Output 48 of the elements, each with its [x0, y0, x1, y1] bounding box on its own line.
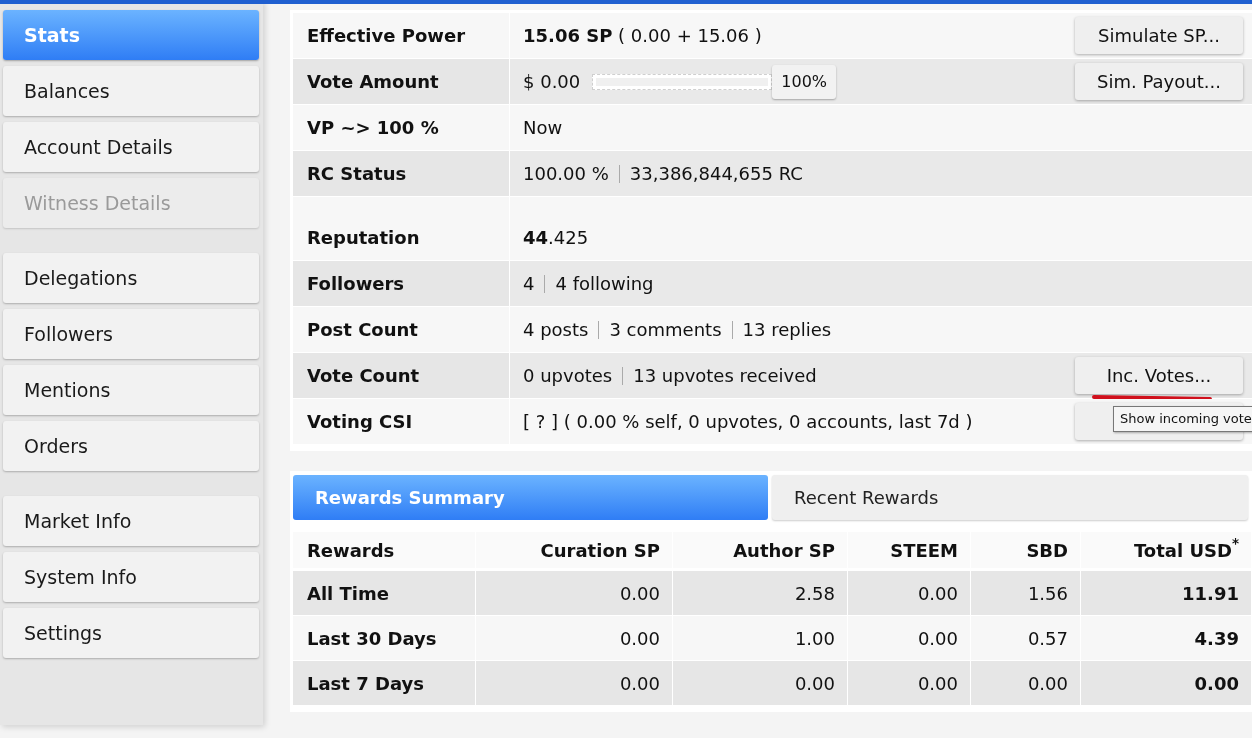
tooltip: Show incoming vote — [1113, 406, 1252, 432]
table-cell: 0.00 — [1081, 661, 1251, 705]
table-cell: Last 7 Days — [293, 661, 475, 705]
column-header: STEEM — [848, 532, 970, 568]
stat-value: 0 upvotes — [523, 364, 613, 388]
table-cell: 0.00 — [848, 571, 970, 615]
stat-value: 13 replies — [742, 318, 832, 342]
table-cell: 0.57 — [971, 616, 1080, 660]
column-header: Rewards — [293, 532, 475, 568]
stat-label: RC Status — [293, 151, 509, 196]
stat-value: $ 0.00 — [523, 70, 581, 94]
table-cell: 0.00 — [673, 661, 847, 705]
table-cell: 1.56 — [971, 571, 1080, 615]
column-header: Author SP — [673, 532, 847, 568]
table-cell: Last 30 Days — [293, 616, 475, 660]
stat-label: Followers — [293, 261, 509, 306]
stat-value: 100.00 % — [523, 162, 609, 186]
table-cell: 0.00 — [476, 661, 672, 705]
stat-label: Vote Amount — [293, 59, 509, 104]
stat-value: [ ? ] ( 0.00 % self, 0 upvotes, 0 accounts, last 7d ) — [523, 410, 973, 434]
stat-label: Vote Count — [293, 353, 509, 398]
table-cell: 0.00 — [476, 571, 672, 615]
stat-value: 44.425 — [523, 226, 589, 250]
table-cell: 0.00 — [848, 616, 970, 660]
stat-value: 4 following — [555, 272, 654, 296]
stat-label: Effective Power — [293, 13, 509, 58]
table-cell: All Time — [293, 571, 475, 615]
table-cell: 4.39 — [1081, 616, 1251, 660]
stat-value: 3 comments — [609, 318, 722, 342]
stat-value: 33,386,844,655 RC — [629, 162, 803, 186]
stat-value: Now — [523, 116, 563, 140]
table-cell: 0.00 — [971, 661, 1080, 705]
stat-value: 4 — [523, 272, 535, 296]
stat-label: VP ~> 100 % — [293, 105, 509, 150]
stat-label: Voting CSI — [293, 399, 509, 444]
stat-label: Reputation — [293, 215, 509, 260]
table-cell: 0.00 — [476, 616, 672, 660]
table-cell: 2.58 — [673, 571, 847, 615]
column-header: SBD — [971, 532, 1080, 568]
stat-label: Post Count — [293, 307, 509, 352]
table-cell: 11.91 — [1081, 571, 1251, 615]
stat-value: 4 posts — [523, 318, 589, 342]
stat-value: 15.06 SP ( 0.00 + 15.06 ) — [523, 24, 762, 48]
column-header: Total USD$^{*}$ — [1081, 532, 1251, 568]
stat-value: 13 upvotes received — [633, 364, 817, 388]
column-header: Curation SP — [476, 532, 672, 568]
table-cell: 1.00 — [673, 616, 847, 660]
table-cell: 0.00 — [848, 661, 970, 705]
